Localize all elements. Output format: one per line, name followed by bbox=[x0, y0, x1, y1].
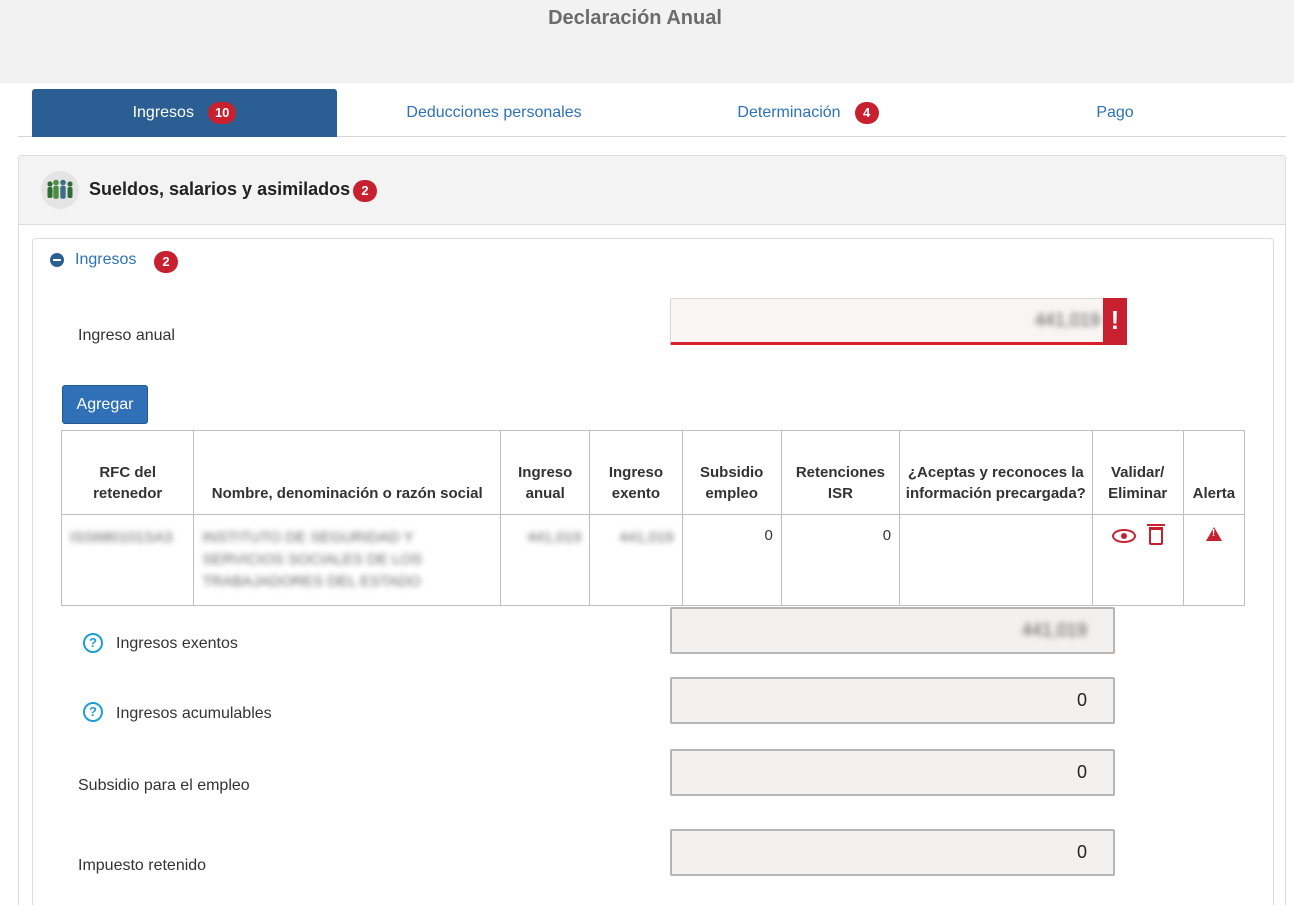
cell-retenciones: 0 bbox=[780, 514, 901, 606]
ingresos-panel: Ingresos 2 Ingreso anual 441,019 ! Agreg… bbox=[32, 238, 1274, 905]
ingresos-exentos-value: 441,019 bbox=[1021, 620, 1087, 640]
question-circle-icon[interactable]: ? bbox=[83, 702, 103, 722]
col-header-ingreso-exento: Ingreso exento bbox=[589, 430, 683, 515]
agregar-button[interactable]: Agregar bbox=[62, 385, 148, 424]
error-icon: ! bbox=[1103, 298, 1127, 345]
sueldos-section: Sueldos, salarios y asimilados 2 Ingreso… bbox=[18, 155, 1286, 905]
cell-rfc: ISS680101SA3 bbox=[60, 514, 195, 606]
col-header-rfc: RFC del retenedor bbox=[60, 430, 195, 515]
question-circle-icon[interactable]: ? bbox=[83, 633, 103, 653]
tab-determinacion-label: Determinación bbox=[737, 104, 841, 121]
ingresos-acumulables-field[interactable]: 0 bbox=[670, 677, 1115, 724]
ingreso-anual-label: Ingreso anual bbox=[78, 327, 175, 344]
cell-acepta bbox=[899, 514, 1093, 606]
col-header-subsidio: Subsidio empleo bbox=[681, 430, 782, 515]
warning-triangle-icon[interactable] bbox=[1205, 527, 1222, 541]
subsidio-empleo-label: Subsidio para el empleo bbox=[78, 777, 250, 794]
section-badge: 2 bbox=[353, 180, 377, 202]
impuesto-retenido-field[interactable]: 0 bbox=[670, 829, 1115, 876]
col-header-acepta: ¿Aceptas y reconoces la información prec… bbox=[899, 430, 1093, 515]
trash-icon[interactable] bbox=[1147, 524, 1166, 546]
cell-ingreso-exento: 441,019 bbox=[589, 514, 683, 606]
ingresos-acumulables-label: Ingresos acumulables bbox=[116, 705, 272, 722]
page-title: Declaración Anual bbox=[548, 7, 722, 29]
tab-determinacion[interactable]: Determinación 4 bbox=[651, 89, 965, 137]
subsidio-empleo-field[interactable]: 0 bbox=[670, 749, 1115, 796]
tab-ingresos-badge: 10 bbox=[207, 102, 237, 124]
panel-badge: 2 bbox=[154, 251, 178, 273]
cell-subsidio: 0 bbox=[681, 514, 782, 606]
eye-icon[interactable] bbox=[1112, 529, 1137, 544]
impuesto-retenido-label: Impuesto retenido bbox=[78, 857, 207, 874]
table-row: ISS680101SA3 INSTITUTO DE SEGURIDAD Y SE… bbox=[60, 514, 1246, 606]
col-header-ingreso-anual: Ingreso anual bbox=[500, 430, 591, 515]
col-header-nombre: Nombre, denominación o razón social bbox=[193, 430, 502, 515]
tab-ingresos-label: Ingresos bbox=[132, 104, 194, 121]
tab-pago[interactable]: Pago bbox=[965, 89, 1265, 137]
ingresos-exentos-field[interactable]: 441,019 bbox=[670, 607, 1115, 654]
col-header-validar: Validar/ Eliminar bbox=[1091, 430, 1184, 515]
section-title: Sueldos, salarios y asimilados bbox=[89, 179, 351, 199]
tab-ingresos[interactable]: Ingresos 10 bbox=[32, 89, 337, 137]
panel-title-ingresos[interactable]: Ingresos bbox=[75, 251, 136, 269]
retenedores-table: RFC del retenedor Nombre, denominación o… bbox=[60, 430, 1246, 606]
section-header: Sueldos, salarios y asimilados 2 bbox=[19, 156, 1285, 225]
col-header-retenciones: Retenciones ISR bbox=[780, 430, 901, 515]
tab-deducciones-personales[interactable]: Deducciones personales bbox=[337, 89, 651, 137]
cell-nombre: INSTITUTO DE SEGURIDAD Y SERVICIOS SOCIA… bbox=[193, 514, 502, 606]
people-group-icon bbox=[41, 171, 79, 209]
tab-deducciones-label: Deducciones personales bbox=[406, 104, 582, 121]
cell-ingreso-anual: 441,019 bbox=[500, 514, 591, 606]
main-tabs: Ingresos 10 Deducciones personales Deter… bbox=[18, 89, 1286, 137]
col-header-alerta: Alerta bbox=[1182, 430, 1246, 515]
top-header-bar: Declaración Anual bbox=[0, 0, 1294, 83]
cell-validar-eliminar bbox=[1091, 514, 1184, 606]
tab-determinacion-badge: 4 bbox=[854, 102, 879, 124]
tab-pago-label: Pago bbox=[1096, 104, 1134, 121]
minus-circle-icon[interactable] bbox=[50, 253, 64, 267]
ingresos-exentos-label: Ingresos exentos bbox=[116, 635, 238, 652]
cell-alerta bbox=[1182, 514, 1246, 606]
ingreso-anual-value: 441,019 bbox=[1034, 310, 1100, 330]
ingreso-anual-field[interactable]: 441,019 ! bbox=[670, 298, 1127, 345]
